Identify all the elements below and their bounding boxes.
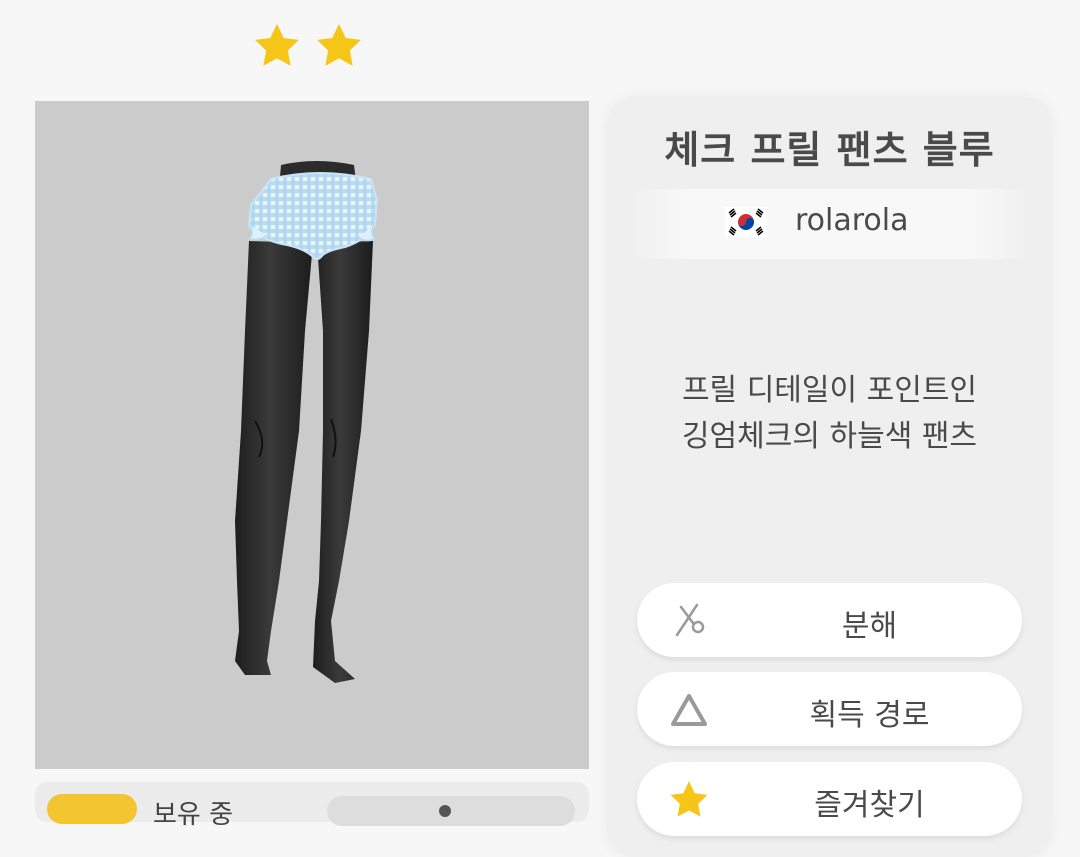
ownership-bar: 보유 중	[35, 782, 589, 830]
creator-name[interactable]: rolarola	[795, 203, 909, 238]
item-description-line-2: 깅엄체크의 하늘색 팬츠	[681, 419, 978, 454]
triangle-icon	[671, 694, 707, 726]
item-info-panel: 체크 프릴 팬츠 블루 rolarola 프릴 디테일이 포인트인 깅엄체크의 …	[607, 97, 1052, 857]
item-preview	[35, 101, 589, 769]
scissors-icon	[675, 603, 705, 637]
acquisition-path-button[interactable]: 획득 경로	[637, 672, 1022, 746]
item-description-line-1: 프릴 디테일이 포인트인	[681, 373, 978, 408]
star-icon	[317, 23, 361, 66]
owned-label: 보유 중	[153, 800, 234, 830]
creator-row[interactable]: rolarola	[627, 189, 1032, 259]
pill-dot-icon	[439, 805, 451, 817]
item-title: 체크 프릴 팬츠 블루	[664, 128, 995, 172]
star-icon	[670, 781, 708, 817]
disassemble-button[interactable]: 분해	[637, 583, 1022, 657]
favorite-label: 즐겨찾기	[814, 788, 925, 823]
rarity-stars	[250, 20, 366, 72]
disassemble-label: 분해	[841, 609, 898, 644]
owned-count-badge	[47, 794, 137, 824]
owned-filter-pill[interactable]	[327, 796, 575, 826]
star-icon	[255, 23, 299, 66]
check-frill-pants-model-icon	[235, 161, 379, 683]
favorite-button[interactable]: 즐겨찾기	[637, 762, 1022, 836]
south-korea-flag-icon	[725, 207, 767, 237]
acquisition-path-label: 획득 경로	[809, 698, 930, 733]
